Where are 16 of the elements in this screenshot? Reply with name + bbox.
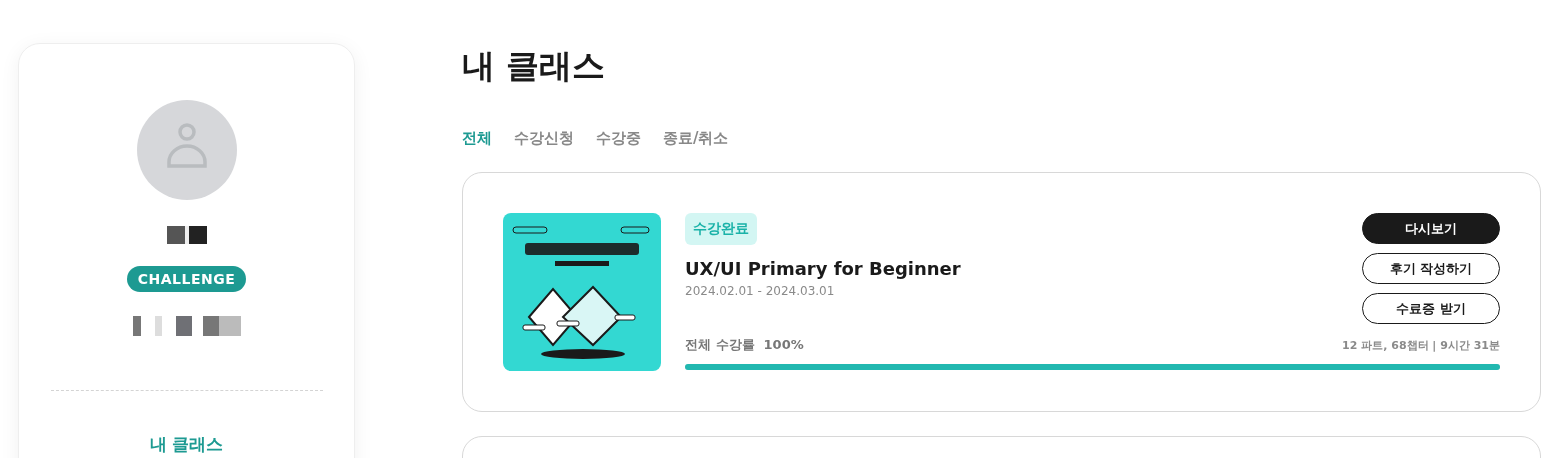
membership-badge: CHALLENGE bbox=[126, 266, 247, 292]
blurred-name bbox=[166, 226, 207, 244]
progress-label: 전체 수강률 100% bbox=[685, 336, 804, 354]
course-action-button[interactable]: 후기 작성하기 bbox=[1362, 253, 1500, 284]
page-title: 내 클래스 bbox=[462, 45, 607, 87]
course-meta: 12 파트, 68챕터 | 9시간 31분 bbox=[1342, 337, 1500, 353]
sidebar-menu-item[interactable]: 내 클래스 bbox=[149, 433, 224, 456]
course-action-button[interactable]: 다시보기 bbox=[1362, 213, 1500, 244]
status-badge: 수강완료 bbox=[685, 213, 757, 245]
filter-tab[interactable]: 수강중 bbox=[596, 129, 641, 148]
filter-tab[interactable]: 종료/취소 bbox=[663, 129, 729, 148]
filter-tab[interactable]: 수강신청 bbox=[514, 129, 574, 148]
course-period: 2024.02.01 - 2024.03.01 bbox=[685, 284, 835, 298]
course-title: UX/UI Primary for Beginner bbox=[685, 258, 961, 279]
filter-tab[interactable]: 전체 bbox=[462, 129, 492, 148]
course-action-button[interactable]: 수료증 받기 bbox=[1362, 293, 1500, 324]
